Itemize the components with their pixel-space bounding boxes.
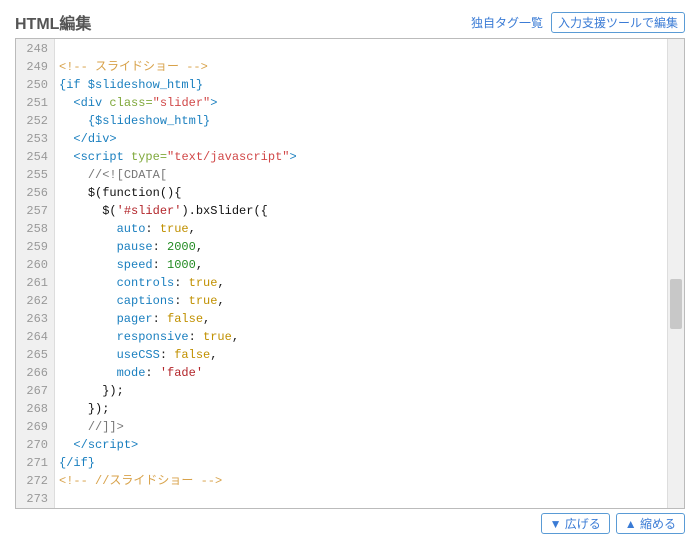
expand-button[interactable]: ▼ 広げる [541, 513, 610, 534]
line-number: 258 [20, 220, 48, 238]
code-line[interactable]: useCSS: false, [57, 346, 684, 364]
code-line[interactable]: $('#slider').bxSlider({ [57, 202, 684, 220]
line-number: 256 [20, 184, 48, 202]
code-line[interactable] [57, 40, 684, 58]
panel-footer: ▼ 広げる ▲ 縮める [15, 513, 685, 534]
line-number: 251 [20, 94, 48, 112]
line-gutter: 2482492502512522532542552562572582592602… [16, 39, 55, 508]
html-editor-panel: HTML編集 独自タグ一覧 入力支援ツールで編集 248249250251252… [0, 0, 700, 549]
panel-header: HTML編集 独自タグ一覧 入力支援ツールで編集 [15, 10, 685, 34]
line-number: 257 [20, 202, 48, 220]
code-line[interactable]: {if $slideshow_html} [57, 76, 684, 94]
code-line[interactable]: }); [57, 400, 684, 418]
code-line[interactable]: }); [57, 382, 684, 400]
shrink-button[interactable]: ▲ 縮める [616, 513, 685, 534]
code-line[interactable]: <!-- //スライドショー --> [57, 472, 684, 490]
line-number: 259 [20, 238, 48, 256]
code-line[interactable]: captions: true, [57, 292, 684, 310]
line-number: 250 [20, 76, 48, 94]
line-number: 271 [20, 454, 48, 472]
line-number: 269 [20, 418, 48, 436]
code-editor[interactable]: 2482492502512522532542552562572582592602… [15, 38, 685, 509]
line-number: 260 [20, 256, 48, 274]
line-number: 265 [20, 346, 48, 364]
line-number: 264 [20, 328, 48, 346]
line-number: 272 [20, 472, 48, 490]
scrollbar-thumb[interactable] [670, 279, 682, 329]
code-line[interactable]: {/if} [57, 454, 684, 472]
line-number: 252 [20, 112, 48, 130]
vertical-scrollbar[interactable] [667, 39, 684, 508]
line-number: 261 [20, 274, 48, 292]
line-number: 268 [20, 400, 48, 418]
code-line[interactable]: pause: 2000, [57, 238, 684, 256]
header-actions: 独自タグ一覧 入力支援ツールで編集 [471, 12, 685, 33]
code-line[interactable]: mode: 'fade' [57, 364, 684, 382]
line-number: 273 [20, 490, 48, 508]
code-line[interactable]: </div> [57, 130, 684, 148]
code-line[interactable]: speed: 1000, [57, 256, 684, 274]
code-line[interactable]: <script type="text/javascript"> [57, 148, 684, 166]
code-line[interactable]: <div class="slider"> [57, 94, 684, 112]
line-number: 262 [20, 292, 48, 310]
tag-list-link[interactable]: 独自タグ一覧 [471, 14, 543, 31]
code-line[interactable]: $(function(){ [57, 184, 684, 202]
code-line[interactable]: auto: true, [57, 220, 684, 238]
code-line[interactable]: pager: false, [57, 310, 684, 328]
panel-title: HTML編集 [15, 10, 91, 34]
line-number: 267 [20, 382, 48, 400]
code-line[interactable]: </script> [57, 436, 684, 454]
code-area[interactable]: <!-- スライドショー -->{if $slideshow_html} <di… [55, 39, 684, 508]
code-line[interactable]: //<![CDATA[ [57, 166, 684, 184]
line-number: 266 [20, 364, 48, 382]
code-line[interactable]: <!-- スライドショー --> [57, 58, 684, 76]
line-number: 253 [20, 130, 48, 148]
line-number: 248 [20, 40, 48, 58]
line-number: 254 [20, 148, 48, 166]
code-line[interactable] [57, 490, 684, 508]
code-line[interactable]: responsive: true, [57, 328, 684, 346]
code-line[interactable]: {$slideshow_html} [57, 112, 684, 130]
line-number: 255 [20, 166, 48, 184]
line-number: 249 [20, 58, 48, 76]
code-line[interactable]: //]]> [57, 418, 684, 436]
line-number: 263 [20, 310, 48, 328]
code-line[interactable]: controls: true, [57, 274, 684, 292]
line-number: 270 [20, 436, 48, 454]
edit-tool-button[interactable]: 入力支援ツールで編集 [551, 12, 685, 33]
line-number: 274 [20, 508, 48, 509]
